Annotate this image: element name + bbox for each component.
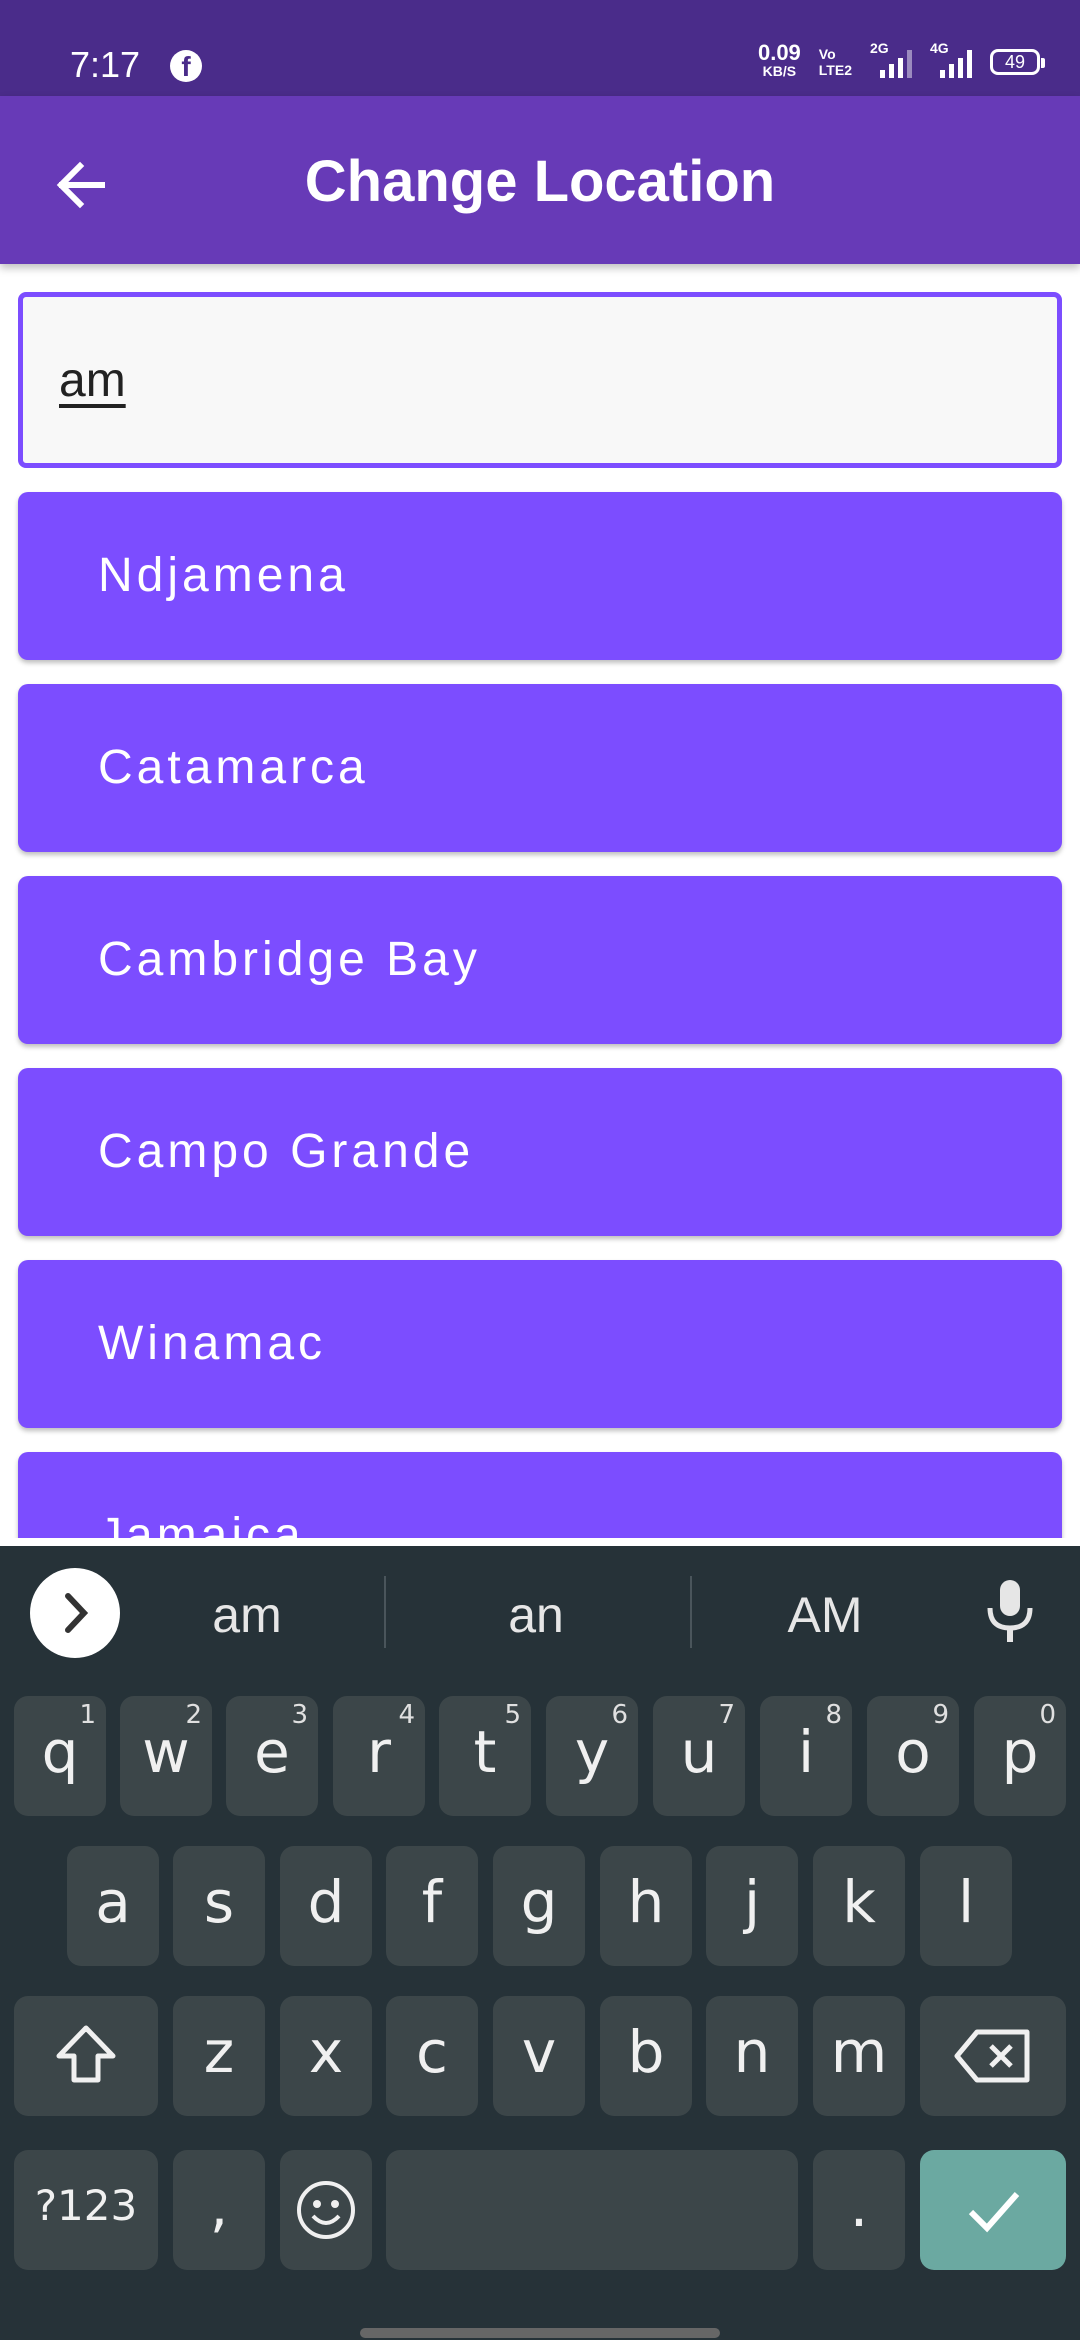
shift-icon bbox=[56, 2025, 116, 2083]
key-x[interactable]: x bbox=[280, 1996, 372, 2116]
battery-level: 49 bbox=[1004, 52, 1026, 72]
location-result-label: Cambridge Bay bbox=[98, 933, 481, 986]
emoji-icon bbox=[297, 2181, 355, 2239]
key-label: t bbox=[473, 1718, 497, 1786]
key-q[interactable]: q1 bbox=[14, 1696, 106, 1816]
location-result-label: Ndjamena bbox=[98, 549, 349, 602]
key-d[interactable]: d bbox=[280, 1846, 372, 1966]
key-label: u bbox=[680, 1718, 718, 1786]
location-search-input[interactable]: am bbox=[18, 292, 1062, 468]
checkmark-icon bbox=[968, 2192, 1020, 2233]
emoji-key[interactable] bbox=[280, 2150, 372, 2270]
key-h[interactable]: h bbox=[600, 1846, 692, 1966]
location-result-item[interactable]: Cambridge Bay bbox=[18, 876, 1062, 1044]
sim2-signal-icon: 2G bbox=[870, 40, 912, 78]
key-z[interactable]: z bbox=[173, 1996, 265, 2116]
status-indicators: 0.09 KB/S Vo LTE2 2G 4G 49 bbox=[757, 40, 1045, 80]
backspace-key[interactable] bbox=[920, 1996, 1066, 2116]
key-hint: 9 bbox=[932, 1700, 949, 1730]
key-label: r bbox=[367, 1718, 391, 1786]
key-label: o bbox=[895, 1718, 931, 1786]
key-s[interactable]: s bbox=[173, 1846, 265, 1966]
key-label: q bbox=[41, 1718, 79, 1786]
sim2-label: 2G bbox=[870, 40, 889, 56]
key-m[interactable]: m bbox=[813, 1996, 905, 2116]
done-key[interactable] bbox=[920, 2150, 1066, 2270]
sim1-signal-icon: 4G bbox=[930, 40, 972, 78]
key-t[interactable]: t5 bbox=[439, 1696, 531, 1816]
key-i[interactable]: i8 bbox=[760, 1696, 852, 1816]
location-result-item[interactable]: Jamaica bbox=[18, 1452, 1062, 1538]
network-speed-value: 0.09 bbox=[757, 40, 801, 65]
suggestion-1[interactable]: am bbox=[107, 1586, 387, 1644]
key-label: y bbox=[574, 1718, 610, 1786]
key-v[interactable]: v bbox=[493, 1996, 585, 2116]
location-result-item[interactable]: Winamac bbox=[18, 1260, 1062, 1428]
key-y[interactable]: y6 bbox=[546, 1696, 638, 1816]
key-hint: 7 bbox=[718, 1700, 735, 1730]
key-hint: 0 bbox=[1039, 1700, 1056, 1730]
key-w[interactable]: w2 bbox=[120, 1696, 212, 1816]
app-bar: Change Location bbox=[0, 96, 1080, 264]
key-b[interactable]: b bbox=[600, 1996, 692, 2116]
key-j[interactable]: j bbox=[706, 1846, 798, 1966]
backspace-icon bbox=[954, 2029, 1030, 2083]
key-hint: 5 bbox=[504, 1700, 521, 1730]
location-result-item[interactable]: Catamarca bbox=[18, 684, 1062, 852]
key-label: p bbox=[1001, 1718, 1039, 1786]
key-o[interactable]: o9 bbox=[867, 1696, 959, 1816]
location-result-label: Catamarca bbox=[98, 741, 369, 794]
key-p[interactable]: p0 bbox=[974, 1696, 1066, 1816]
suggestion-2[interactable]: an bbox=[396, 1586, 676, 1644]
key-a[interactable]: a bbox=[67, 1846, 159, 1966]
battery-icon: 49 bbox=[990, 49, 1045, 75]
key-n[interactable]: n bbox=[706, 1996, 798, 2116]
network-speed: 0.09 KB/S bbox=[757, 40, 801, 80]
key-hint: 3 bbox=[291, 1700, 308, 1730]
shift-key[interactable] bbox=[14, 1996, 158, 2116]
period-key[interactable]: . bbox=[813, 2150, 905, 2270]
key-f[interactable]: f bbox=[386, 1846, 478, 1966]
suggestion-3[interactable]: AM bbox=[685, 1586, 965, 1644]
comma-key[interactable]: , bbox=[173, 2150, 265, 2270]
volte-top: Vo bbox=[818, 46, 836, 62]
suggestion-bar: am an AM bbox=[0, 1546, 1080, 1676]
facebook-icon: f bbox=[170, 50, 202, 82]
on-screen-keyboard: am an AM q1 w2 e3 r4 t5 y6 u7 i8 o9 p0 a… bbox=[0, 1546, 1080, 2340]
key-k[interactable]: k bbox=[813, 1846, 905, 1966]
search-input-value: am bbox=[59, 354, 126, 407]
key-hint: 2 bbox=[185, 1700, 202, 1730]
location-results-list[interactable]: Ndjamena Catamarca Cambridge Bay Campo G… bbox=[0, 468, 1080, 1538]
page-title: Change Location bbox=[304, 149, 776, 214]
network-speed-unit: KB/S bbox=[762, 63, 797, 79]
key-l[interactable]: l bbox=[920, 1846, 1012, 1966]
sim1-label: 4G bbox=[930, 40, 949, 56]
microphone-button[interactable] bbox=[980, 1576, 1040, 1646]
key-hint: 8 bbox=[825, 1700, 842, 1730]
key-r[interactable]: r4 bbox=[333, 1696, 425, 1816]
key-g[interactable]: g bbox=[493, 1846, 585, 1966]
status-bar: 7:17 f 0.09 KB/S Vo LTE2 2G 4G 49 bbox=[0, 0, 1080, 96]
location-result-label: Jamaica bbox=[98, 1509, 305, 1538]
symbols-key[interactable]: ?123 bbox=[14, 2150, 158, 2270]
status-time: 7:17 bbox=[70, 44, 141, 85]
home-indicator[interactable] bbox=[360, 2328, 720, 2338]
key-e[interactable]: e3 bbox=[226, 1696, 318, 1816]
key-hint: 4 bbox=[398, 1700, 415, 1730]
location-result-label: Winamac bbox=[98, 1317, 327, 1370]
location-result-label: Campo Grande bbox=[98, 1125, 475, 1178]
volte-indicator: Vo LTE2 bbox=[819, 46, 852, 78]
key-c[interactable]: c bbox=[386, 1996, 478, 2116]
key-label: i bbox=[797, 1718, 815, 1786]
key-hint: 6 bbox=[611, 1700, 628, 1730]
space-key[interactable] bbox=[386, 2150, 798, 2270]
microphone-icon bbox=[987, 1580, 1033, 1642]
key-hint: 1 bbox=[79, 1700, 96, 1730]
key-label: e bbox=[254, 1718, 290, 1786]
volte-bottom: LTE2 bbox=[818, 62, 852, 78]
location-result-item[interactable]: Ndjamena bbox=[18, 492, 1062, 660]
key-u[interactable]: u7 bbox=[653, 1696, 745, 1816]
location-result-item[interactable]: Campo Grande bbox=[18, 1068, 1062, 1236]
key-label: w bbox=[142, 1718, 190, 1786]
